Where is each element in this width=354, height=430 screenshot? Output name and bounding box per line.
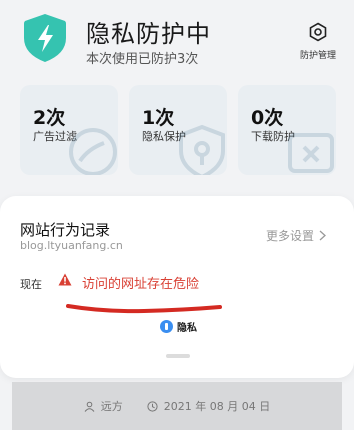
protection-count: 本次使用已防护3次	[86, 52, 199, 67]
website-record-sheet: 网站行为记录 blog.ltyuanfang.cn 更多设置 现在 访问的网址存…	[0, 196, 354, 378]
shield-icon	[24, 14, 66, 62]
ad-filter-icon	[69, 128, 117, 175]
footer-date: 2021 年 08 月 04 日	[163, 400, 271, 413]
footer: 远方 2021 年 08 月 04 日	[12, 382, 342, 430]
privacy-label: 隐私	[177, 323, 197, 334]
header: 隐私防护中 本次使用已防护3次 防护管理	[0, 0, 354, 90]
protection-manage-button[interactable]: 防护管理	[296, 22, 340, 61]
shield-key-icon	[179, 124, 225, 175]
website-record-title: 网站行为记录	[20, 221, 111, 239]
time-label: 现在	[20, 278, 42, 291]
user-icon	[84, 401, 95, 412]
download-block-icon	[288, 133, 334, 173]
hexagon-settings-icon	[309, 22, 327, 42]
page-title: 隐私防护中	[86, 20, 211, 48]
stat-card-download[interactable]: 0次 下载防护	[238, 85, 336, 175]
stat-card-ad-filter[interactable]: 2次 广告过滤	[20, 85, 118, 175]
clock-icon	[147, 400, 158, 412]
website-url: blog.ltyuanfang.cn	[20, 239, 123, 252]
more-settings-label: 更多设置	[266, 229, 315, 243]
privacy-info-icon	[160, 320, 173, 333]
privacy-badge[interactable]: 隐私	[160, 319, 197, 334]
warning-icon	[58, 273, 72, 286]
protection-manage-label: 防护管理	[299, 51, 336, 61]
stat-value: 2次	[33, 107, 66, 129]
chevron-right-icon	[319, 230, 326, 241]
more-settings-button[interactable]: 更多设置	[266, 227, 326, 244]
red-underline-mark	[66, 304, 222, 314]
sheet-drag-handle[interactable]	[166, 354, 190, 358]
stat-card-privacy[interactable]: 1次 隐私保护	[129, 85, 227, 175]
stat-value: 0次	[251, 107, 284, 129]
danger-warning-text: 访问的网址存在危险	[82, 277, 200, 292]
stat-value: 1次	[142, 107, 175, 129]
footer-author: 远方	[100, 400, 123, 413]
